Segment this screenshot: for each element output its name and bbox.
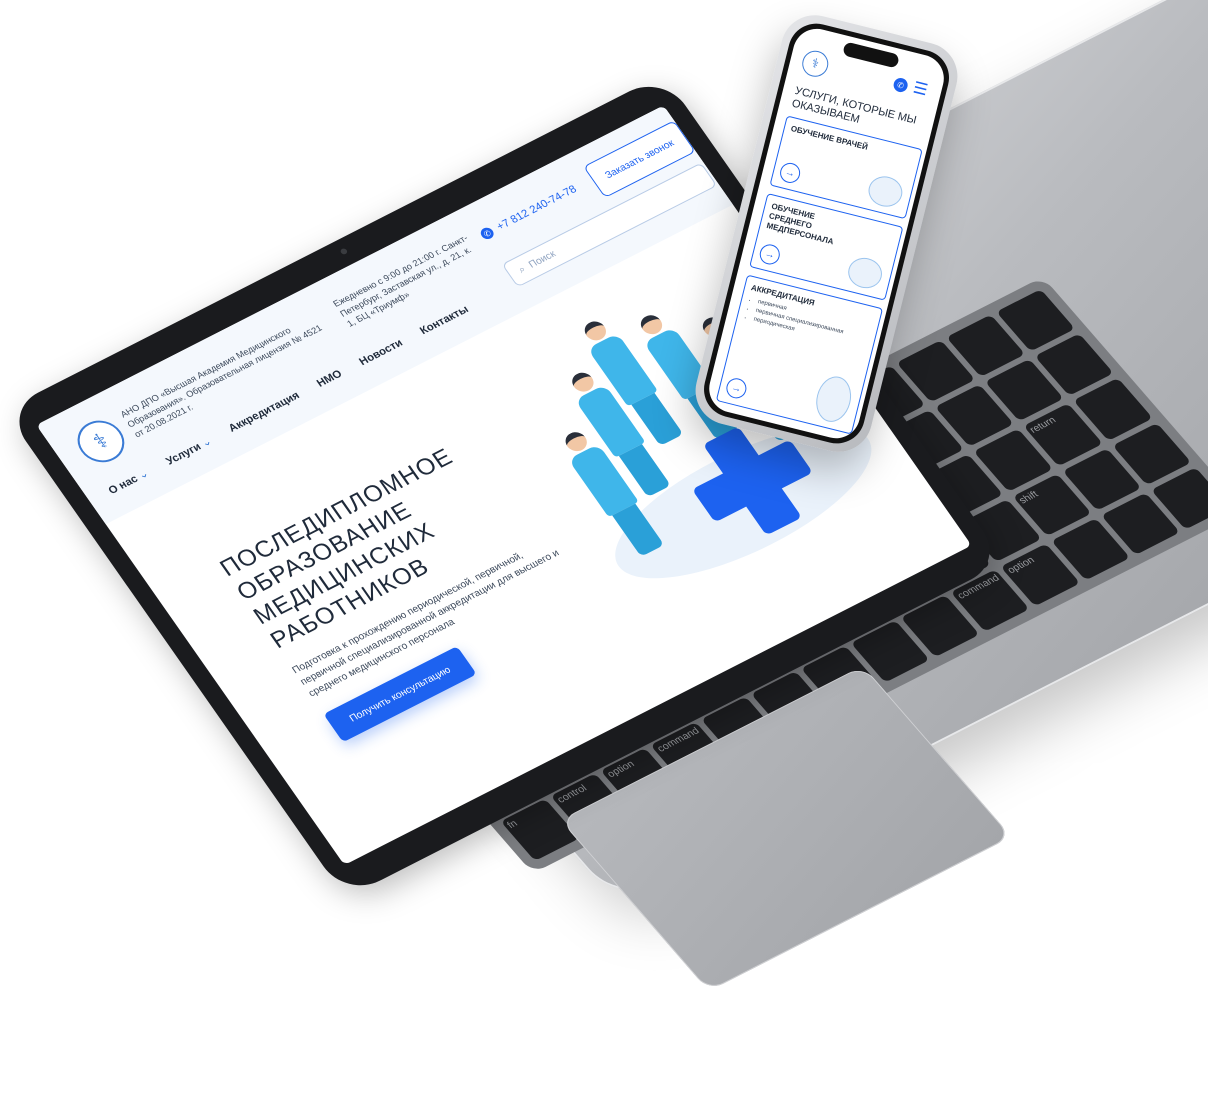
nav-item-accreditation[interactable]: Аккредитация — [226, 390, 302, 436]
arrow-right-icon[interactable]: → — [724, 376, 749, 401]
nav-label: Услуги — [163, 440, 204, 468]
nav-item-nmo[interactable]: НМО — [315, 368, 345, 390]
arrow-right-icon[interactable]: → — [777, 160, 803, 186]
academy-logo-icon[interactable]: ⚕ — [68, 413, 134, 470]
arrow-right-icon[interactable]: → — [757, 242, 782, 267]
hamburger-menu-icon[interactable]: ☰ — [911, 79, 931, 99]
nav-item-contacts[interactable]: Контакты — [418, 304, 472, 338]
doctor-illustration — [811, 372, 856, 426]
phone-call-icon[interactable]: ✆ — [892, 76, 910, 94]
nav-label: О нас — [106, 473, 141, 497]
nurse-illustration — [844, 254, 886, 292]
brain-network-icon — [865, 172, 906, 211]
nav-item-services[interactable]: Услуги⌄ — [163, 435, 214, 468]
search-placeholder: Поиск — [526, 248, 558, 271]
phone-notch — [842, 41, 900, 69]
card-title: Обучение среднего медперсонала — [765, 201, 835, 247]
phone-icon: ✆ — [478, 225, 497, 242]
camera-dot — [339, 247, 349, 256]
academy-logo-icon[interactable]: ⚕ — [799, 48, 832, 80]
nav-item-about[interactable]: О нас⌄ — [106, 467, 151, 497]
search-icon: ⌕ — [516, 263, 528, 276]
service-card-accreditation[interactable]: Аккредитация первичная первичная специал… — [715, 274, 884, 435]
nav-item-news[interactable]: Новости — [357, 337, 406, 369]
phone-number: +7 812 240-74-78 — [494, 183, 580, 233]
org-license-text: АНО ДПО «Высшая Академия Медицинского Об… — [118, 322, 324, 440]
